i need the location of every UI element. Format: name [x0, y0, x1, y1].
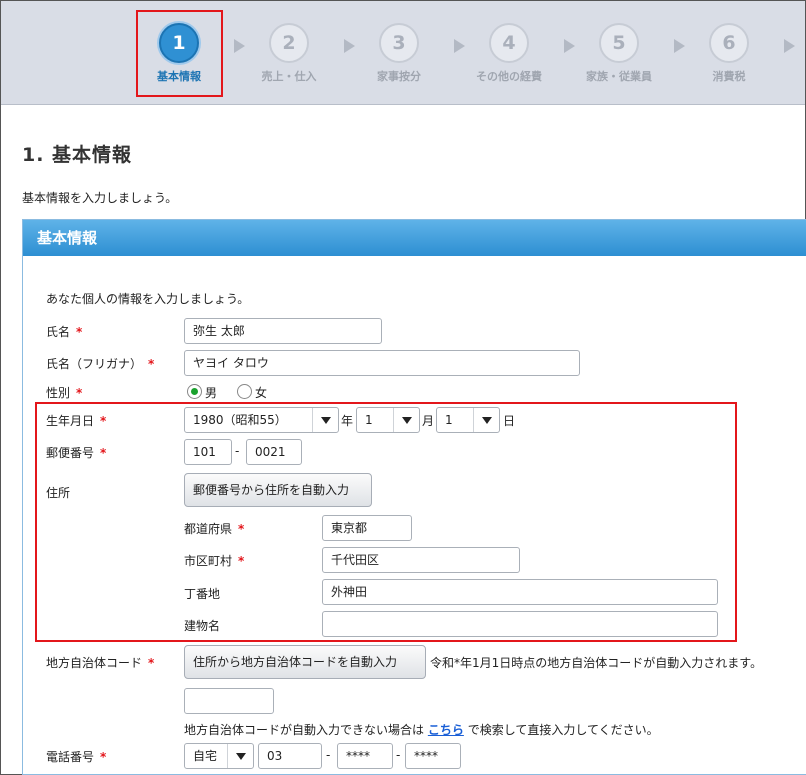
address-highlight: [35, 402, 737, 642]
step-label: 売上・仕入: [261, 70, 317, 83]
municipality-help: 地方自治体コードが自動入力できない場合は こちら で検索して直接入力してください…: [184, 723, 659, 737]
gender-female-radio[interactable]: [237, 384, 252, 399]
name-label: 氏名 *: [46, 325, 83, 339]
name-kana-label: 氏名（フリガナ） *: [46, 357, 155, 371]
phone-type-select[interactable]: 自宅: [184, 743, 254, 769]
step-number: 6: [709, 23, 749, 63]
phone-part3[interactable]: ****: [405, 743, 461, 769]
current-step-highlight: [136, 10, 223, 97]
phone-label: 電話番号 *: [46, 750, 107, 764]
step-5[interactable]: 5 家族・従業員: [564, 23, 674, 84]
progress-stepper: 1 基本情報 2 売上・仕入 3 家事按分 4 その他の経費 5 家族・従業員 …: [1, 1, 805, 105]
step-number: 2: [269, 23, 309, 63]
panel-title: 基本情報: [23, 220, 806, 256]
gender-label: 性別 *: [46, 386, 83, 400]
gender-male-radio[interactable]: [187, 384, 202, 399]
step-6[interactable]: 6 消費税: [674, 23, 784, 84]
step-number: 5: [599, 23, 639, 63]
step-label: その他の経費: [476, 70, 542, 83]
municipality-search-link[interactable]: こちら: [428, 723, 464, 737]
step-number: 4: [489, 23, 529, 63]
page-title: 1. 基本情報: [22, 144, 133, 166]
step-label: 家族・従業員: [586, 70, 652, 83]
municipality-autofill-button[interactable]: 住所から地方自治体コードを自動入力: [184, 645, 426, 679]
chevron-down-icon: [227, 744, 253, 768]
step-label: 消費税: [712, 70, 746, 83]
step-label: 家事按分: [377, 70, 421, 83]
name-kana-input[interactable]: ヤヨイ タロウ: [184, 350, 580, 376]
gender-female-label[interactable]: 女: [255, 384, 267, 401]
phone-part2[interactable]: ****: [337, 743, 393, 769]
step-4[interactable]: 4 その他の経費: [454, 23, 564, 84]
phone-part1[interactable]: 03: [258, 743, 322, 769]
step-2[interactable]: 2 売上・仕入: [234, 23, 344, 84]
phone-type-value: 自宅: [193, 749, 218, 763]
step-3[interactable]: 3 家事按分: [344, 23, 454, 84]
municipality-code-input[interactable]: [184, 688, 274, 714]
gender-male-label[interactable]: 男: [205, 384, 217, 401]
name-input[interactable]: 弥生 太郎: [184, 318, 382, 344]
step-arrow-icon: [784, 39, 795, 53]
municipality-label: 地方自治体コード *: [46, 656, 155, 670]
step-number: 3: [379, 23, 419, 63]
municipality-note: 令和*年1月1日時点の地方自治体コードが自動入力されます。: [430, 656, 763, 670]
phone-dash-1: -: [326, 748, 331, 762]
panel-description: あなた個人の情報を入力しましょう。: [46, 292, 250, 306]
page-intro: 基本情報を入力しましょう。: [22, 191, 178, 205]
phone-dash-2: -: [396, 748, 401, 762]
